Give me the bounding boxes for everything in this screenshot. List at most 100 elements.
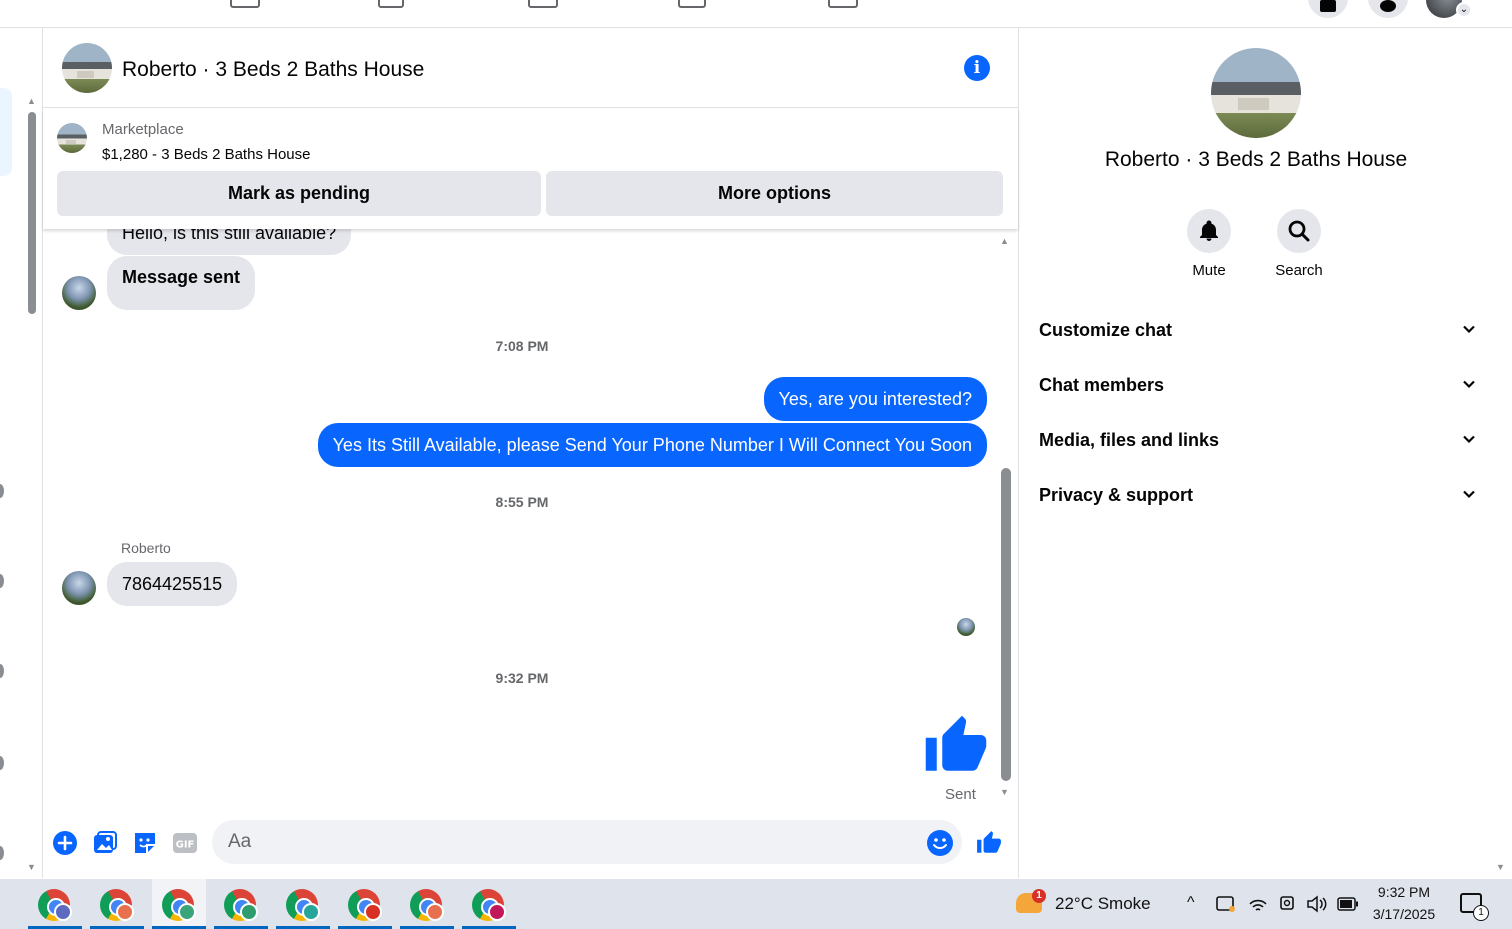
- windows-taskbar: 1 22°C Smoke ^ 9:32 PM 3/17/2025 1: [0, 879, 1512, 929]
- search-button[interactable]: Search: [1269, 209, 1329, 279]
- weather-badge: 1: [1032, 889, 1046, 903]
- section-label: Media, files and links: [1039, 430, 1220, 450]
- scroll-down-arrow-icon[interactable]: ▼: [1000, 787, 1009, 797]
- chevron-down-icon: [1463, 435, 1475, 444]
- sticker-icon[interactable]: [132, 830, 158, 856]
- taskbar-chrome-profile-6[interactable]: [338, 879, 392, 929]
- chevron-down-icon: [1463, 490, 1475, 499]
- taskbar-chrome-profile-3[interactable]: [152, 879, 206, 929]
- message-composer: GIF: [43, 810, 1018, 878]
- chat-avatar-partial[interactable]: [0, 846, 4, 860]
- chat-avatar-partial[interactable]: [0, 756, 4, 770]
- clock-time[interactable]: 9:32 PM: [1370, 884, 1438, 900]
- more-options-button[interactable]: More options: [546, 171, 1003, 216]
- chat-title[interactable]: Roberto · 3 Beds 2 Baths House: [122, 58, 424, 82]
- bell-icon: [1200, 220, 1218, 241]
- menu-grid-icon[interactable]: [1308, 0, 1348, 18]
- weather-widget[interactable]: 22°C Smoke: [1055, 894, 1151, 914]
- section-privacy-support[interactable]: Privacy & support: [1039, 475, 1479, 515]
- selected-chat-indicator: [0, 88, 12, 176]
- scroll-up-arrow-icon[interactable]: ▲: [1000, 236, 1009, 246]
- chat-header: Roberto · 3 Beds 2 Baths House i: [43, 28, 1018, 108]
- chat-list-scrollbar[interactable]: [28, 112, 36, 314]
- emoji-icon[interactable]: [927, 830, 953, 856]
- chat-avatar-partial[interactable]: [0, 574, 4, 588]
- section-media-files-links[interactable]: Media, files and links: [1039, 420, 1479, 460]
- marketplace-label: Marketplace: [102, 121, 184, 138]
- message-bubble-incoming[interactable]: Message sent: [107, 256, 256, 310]
- profile-badge-icon: [54, 903, 72, 921]
- like-button-icon[interactable]: [976, 830, 1002, 856]
- notification-count: 1: [1473, 905, 1489, 921]
- sender-avatar[interactable]: [62, 571, 96, 605]
- message-bubble-incoming[interactable]: Hello, is this still available?: [107, 229, 352, 255]
- plus-circle-icon[interactable]: [52, 830, 78, 856]
- scroll-up-arrow-icon[interactable]: ▲: [27, 96, 36, 106]
- nav-video-icon[interactable]: [528, 0, 558, 8]
- conversation-details-panel: Roberto · 3 Beds 2 Baths House Mute Sear…: [1019, 28, 1493, 878]
- listing-thumbnail[interactable]: [57, 123, 87, 153]
- taskbar-chrome-profile-5[interactable]: [276, 879, 330, 929]
- search-label: Search: [1275, 262, 1323, 279]
- chat-avatar-partial[interactable]: [0, 664, 4, 678]
- profile-badge-icon: [302, 903, 320, 921]
- nav-home-icon[interactable]: [230, 0, 260, 8]
- taskbar-chrome-profile-4[interactable]: [214, 879, 268, 929]
- gif-icon[interactable]: GIF: [172, 830, 198, 856]
- battery-icon[interactable]: [1337, 897, 1359, 911]
- section-label: Customize chat: [1039, 320, 1173, 340]
- nav-friends-icon[interactable]: [378, 0, 404, 8]
- nav-marketplace-icon[interactable]: [678, 0, 706, 8]
- chevron-down-icon: [1463, 325, 1475, 334]
- profile-badge-icon: [240, 903, 258, 921]
- message-bubble-incoming[interactable]: 7864425515: [107, 562, 238, 606]
- details-title: Roberto · 3 Beds 2 Baths House: [1104, 148, 1408, 171]
- sender-avatar[interactable]: [62, 276, 96, 310]
- info-icon[interactable]: i: [964, 55, 990, 81]
- message-bubble-outgoing[interactable]: Yes Its Still Available, please Send You…: [317, 423, 987, 467]
- taskbar-chrome-profile-7[interactable]: [400, 879, 454, 929]
- listing-avatar-large[interactable]: [1211, 48, 1301, 138]
- svg-text:GIF: GIF: [176, 840, 195, 851]
- chat-avatar-partial[interactable]: [0, 484, 4, 498]
- device-icon[interactable]: [1278, 895, 1298, 913]
- photo-icon[interactable]: [92, 830, 118, 856]
- wifi-icon[interactable]: [1248, 895, 1268, 913]
- profile-badge-icon: [116, 903, 134, 921]
- chevron-down-icon[interactable]: ⌄: [1456, 2, 1472, 18]
- timestamp: 7:08 PM: [495, 338, 549, 354]
- volume-icon[interactable]: [1306, 895, 1328, 913]
- clock-date[interactable]: 3/17/2025: [1367, 906, 1441, 922]
- listing-avatar[interactable]: [62, 43, 112, 93]
- sender-name: Roberto: [121, 540, 171, 556]
- taskbar-chrome-profile-2[interactable]: [90, 879, 144, 929]
- timestamp: 8:55 PM: [495, 494, 549, 510]
- listing-summary[interactable]: $1,280 - 3 Beds 2 Baths House: [102, 146, 310, 163]
- mark-as-pending-button[interactable]: Mark as pending: [57, 171, 541, 216]
- message-input[interactable]: [212, 820, 962, 864]
- mute-button[interactable]: Mute: [1179, 209, 1239, 279]
- scroll-down-arrow-icon[interactable]: ▼: [27, 862, 36, 872]
- chevron-up-icon[interactable]: ^: [1187, 894, 1195, 912]
- section-customize-chat[interactable]: Customize chat: [1039, 310, 1479, 350]
- nav-gaming-icon[interactable]: [828, 0, 858, 8]
- section-label: Chat members: [1039, 375, 1165, 395]
- taskbar-chrome-profile-8[interactable]: [462, 879, 516, 929]
- taskbar-chrome-profile-1[interactable]: [28, 879, 82, 929]
- timestamp: 9:32 PM: [495, 670, 549, 686]
- notifications-icon[interactable]: [1368, 0, 1408, 18]
- top-navigation-bar: ⌄: [0, 0, 1512, 28]
- message-bubble-outgoing[interactable]: Yes, are you interested?: [763, 377, 987, 421]
- message-thread[interactable]: Hello, is this still available? Message …: [43, 229, 1001, 809]
- page-scrollbar[interactable]: [1493, 28, 1512, 878]
- chevron-down-icon: [1463, 380, 1475, 389]
- profile-badge-icon: [488, 903, 506, 921]
- message-thread-scrollbar[interactable]: [1001, 468, 1011, 781]
- profile-badge-icon: [426, 903, 444, 921]
- scroll-down-arrow-icon[interactable]: ▼: [1496, 862, 1505, 872]
- onedrive-icon[interactable]: [1216, 895, 1236, 913]
- message-status: Sent: [945, 786, 976, 803]
- profile-badge-icon: [178, 903, 196, 921]
- thumbs-up-icon[interactable]: [923, 713, 989, 779]
- section-chat-members[interactable]: Chat members: [1039, 365, 1479, 405]
